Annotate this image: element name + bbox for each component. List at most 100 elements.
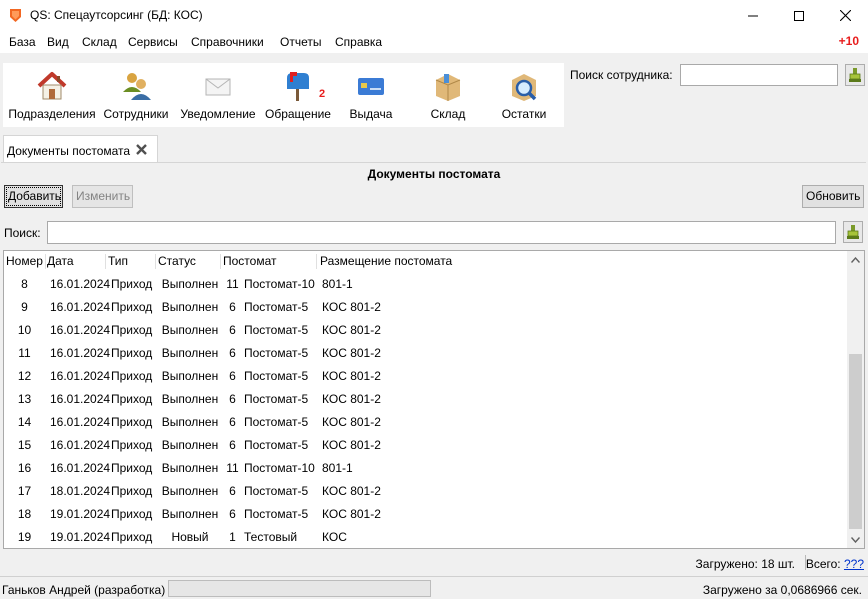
cell-placement: 801-1 <box>322 277 353 291</box>
cell-status: Новый <box>171 530 209 544</box>
maximize-button[interactable] <box>776 0 822 31</box>
cell-date: 18.01.2024 <box>50 484 111 498</box>
cell-number: 17 <box>17 484 32 498</box>
cell-postamat-name: Постомат-5 <box>244 369 309 383</box>
menu-warehouse[interactable]: Склад <box>82 35 117 49</box>
toolbar-label: Остатки <box>501 107 547 121</box>
column-header-type[interactable]: Тип <box>108 254 128 268</box>
cell-postamat-name: Постомат-5 <box>244 346 309 360</box>
menu-references[interactable]: Справочники <box>191 35 264 49</box>
table-row[interactable]: 18 19.01.2024 Приход Выполнен 6 Постомат-5 КОС… <box>4 502 847 525</box>
cell-date: 16.01.2024 <box>50 346 111 360</box>
cell-status: Выполнен <box>161 507 219 521</box>
toolbar-remains-button[interactable]: Остатки <box>493 63 555 127</box>
column-header-number[interactable]: Номер <box>6 254 43 268</box>
toolbar-departments-button[interactable]: Подразделения <box>7 63 97 127</box>
table-row[interactable]: 19 19.01.2024 Приход Новый 1 Тестовый КОС <box>4 525 847 548</box>
column-divider <box>105 254 106 269</box>
employee-search-label: Поиск сотрудника: <box>570 68 673 82</box>
menu-services[interactable]: Сервисы <box>128 35 178 49</box>
table-row[interactable]: 10 16.01.2024 Приход Выполнен 6 Постомат-5 КОС… <box>4 318 847 341</box>
table-row[interactable]: 13 16.01.2024 Приход Выполнен 6 Постомат-5 КОС… <box>4 387 847 410</box>
close-button[interactable] <box>822 0 868 31</box>
cell-postamat-number: 1 <box>229 530 236 544</box>
add-button[interactable]: Добавить <box>4 185 63 208</box>
current-user: Ганьков Андрей (разработка) <box>2 583 166 597</box>
documents-table: Номер Дата Тип Статус Постомат Размещени… <box>3 250 865 549</box>
table-row[interactable]: 16 16.01.2024 Приход Выполнен 11 Постомат-10 8… <box>4 456 847 479</box>
table-row[interactable]: 8 16.01.2024 Приход Выполнен 11 Постомат-10 80… <box>4 272 847 295</box>
panel-title: Документы постомата <box>367 167 501 181</box>
cell-date: 16.01.2024 <box>50 300 111 314</box>
table-row[interactable]: 9 16.01.2024 Приход Выполнен 6 Постомат-5 КОС … <box>4 295 847 318</box>
chevron-down-icon <box>851 536 860 543</box>
menu-help[interactable]: Справка <box>335 35 382 49</box>
table-row[interactable]: 11 16.01.2024 Приход Выполнен 6 Постомат-5 КОС… <box>4 341 847 364</box>
tab-label: Документы постомата <box>7 144 131 158</box>
search-button[interactable] <box>843 221 863 243</box>
main-toolbar: Подразделения Сотрудники Уведомление 2 О… <box>3 63 564 127</box>
table-row[interactable]: 15 16.01.2024 Приход Выполнен 6 Постомат-5 КОС… <box>4 433 847 456</box>
cell-placement: 801-1 <box>322 461 353 475</box>
table-row[interactable]: 17 18.01.2024 Приход Выполнен 6 Постомат-5 КОС… <box>4 479 847 502</box>
toolbar-employees-button[interactable]: Сотрудники <box>101 63 171 127</box>
scroll-down-button[interactable] <box>847 531 864 548</box>
cell-type: Приход <box>111 392 153 406</box>
cell-date: 16.01.2024 <box>50 323 111 337</box>
search-input[interactable] <box>47 221 836 244</box>
toolbar-notification-button[interactable]: Уведомление <box>178 63 258 127</box>
cell-placement: КОС 801-2 <box>322 484 381 498</box>
cell-type: Приход <box>111 415 153 429</box>
tab-postamat-documents[interactable]: Документы постомата <box>3 135 158 163</box>
cell-postamat-name: Постомат-5 <box>244 300 309 314</box>
employee-search-button[interactable] <box>845 64 865 86</box>
cell-postamat-number: 6 <box>229 323 236 337</box>
column-divider <box>220 254 221 269</box>
cell-type: Приход <box>111 530 153 544</box>
scroll-up-button[interactable] <box>847 251 864 268</box>
column-header-status[interactable]: Статус <box>158 254 196 268</box>
cell-type: Приход <box>111 484 153 498</box>
chevron-up-icon <box>851 256 860 263</box>
title-bar: QS: Спецаутсорсинг (БД: КОС) <box>0 0 868 31</box>
column-header-postamat[interactable]: Постомат <box>223 254 277 268</box>
table-row[interactable]: 12 16.01.2024 Приход Выполнен 6 Постомат-5 КОС… <box>4 364 847 387</box>
scrollbar-thumb[interactable] <box>849 354 862 529</box>
cell-status: Выполнен <box>161 346 219 360</box>
edit-button[interactable]: Изменить <box>72 185 133 208</box>
close-tab-icon[interactable] <box>136 144 147 155</box>
cell-status: Выполнен <box>161 438 219 452</box>
cell-placement: КОС <box>322 530 347 544</box>
refresh-button[interactable]: Обновить <box>802 185 864 208</box>
cell-status: Выполнен <box>161 323 219 337</box>
menu-reports[interactable]: Отчеты <box>280 35 321 49</box>
toolbar-request-button[interactable]: 2 Обращение <box>262 63 334 127</box>
cell-postamat-number: 6 <box>229 507 236 521</box>
cell-postamat-name: Постомат-5 <box>244 484 309 498</box>
cell-number: 13 <box>17 392 32 406</box>
cell-type: Приход <box>111 369 153 383</box>
cell-type: Приход <box>111 461 153 475</box>
cell-placement: КОС 801-2 <box>322 323 381 337</box>
app-shield-icon <box>10 9 21 22</box>
minimize-icon <box>748 15 758 16</box>
cell-status: Выполнен <box>161 277 219 291</box>
cell-status: Выполнен <box>161 369 219 383</box>
toolbar-warehouse-button[interactable]: Склад <box>418 63 478 127</box>
clear-search-icon <box>849 68 861 82</box>
toolbar-issue-button[interactable]: Выдача <box>343 63 399 127</box>
cell-date: 19.01.2024 <box>50 507 111 521</box>
minimize-button[interactable] <box>730 0 776 31</box>
employee-search-input[interactable] <box>680 64 838 86</box>
cell-postamat-name: Постомат-10 <box>244 277 315 291</box>
notification-count[interactable]: +10 <box>839 34 859 48</box>
column-header-placement[interactable]: Размещение постомата <box>320 254 452 268</box>
column-header-date[interactable]: Дата <box>47 254 74 268</box>
cell-postamat-number: 6 <box>229 415 236 429</box>
menu-view[interactable]: Вид <box>47 35 69 49</box>
total-count-link[interactable]: ??? <box>844 557 864 571</box>
menu-base[interactable]: База <box>9 35 36 49</box>
vertical-scrollbar[interactable] <box>847 251 864 548</box>
cell-number: 19 <box>17 530 32 544</box>
table-row[interactable]: 14 16.01.2024 Приход Выполнен 6 Постомат-5 КОС… <box>4 410 847 433</box>
